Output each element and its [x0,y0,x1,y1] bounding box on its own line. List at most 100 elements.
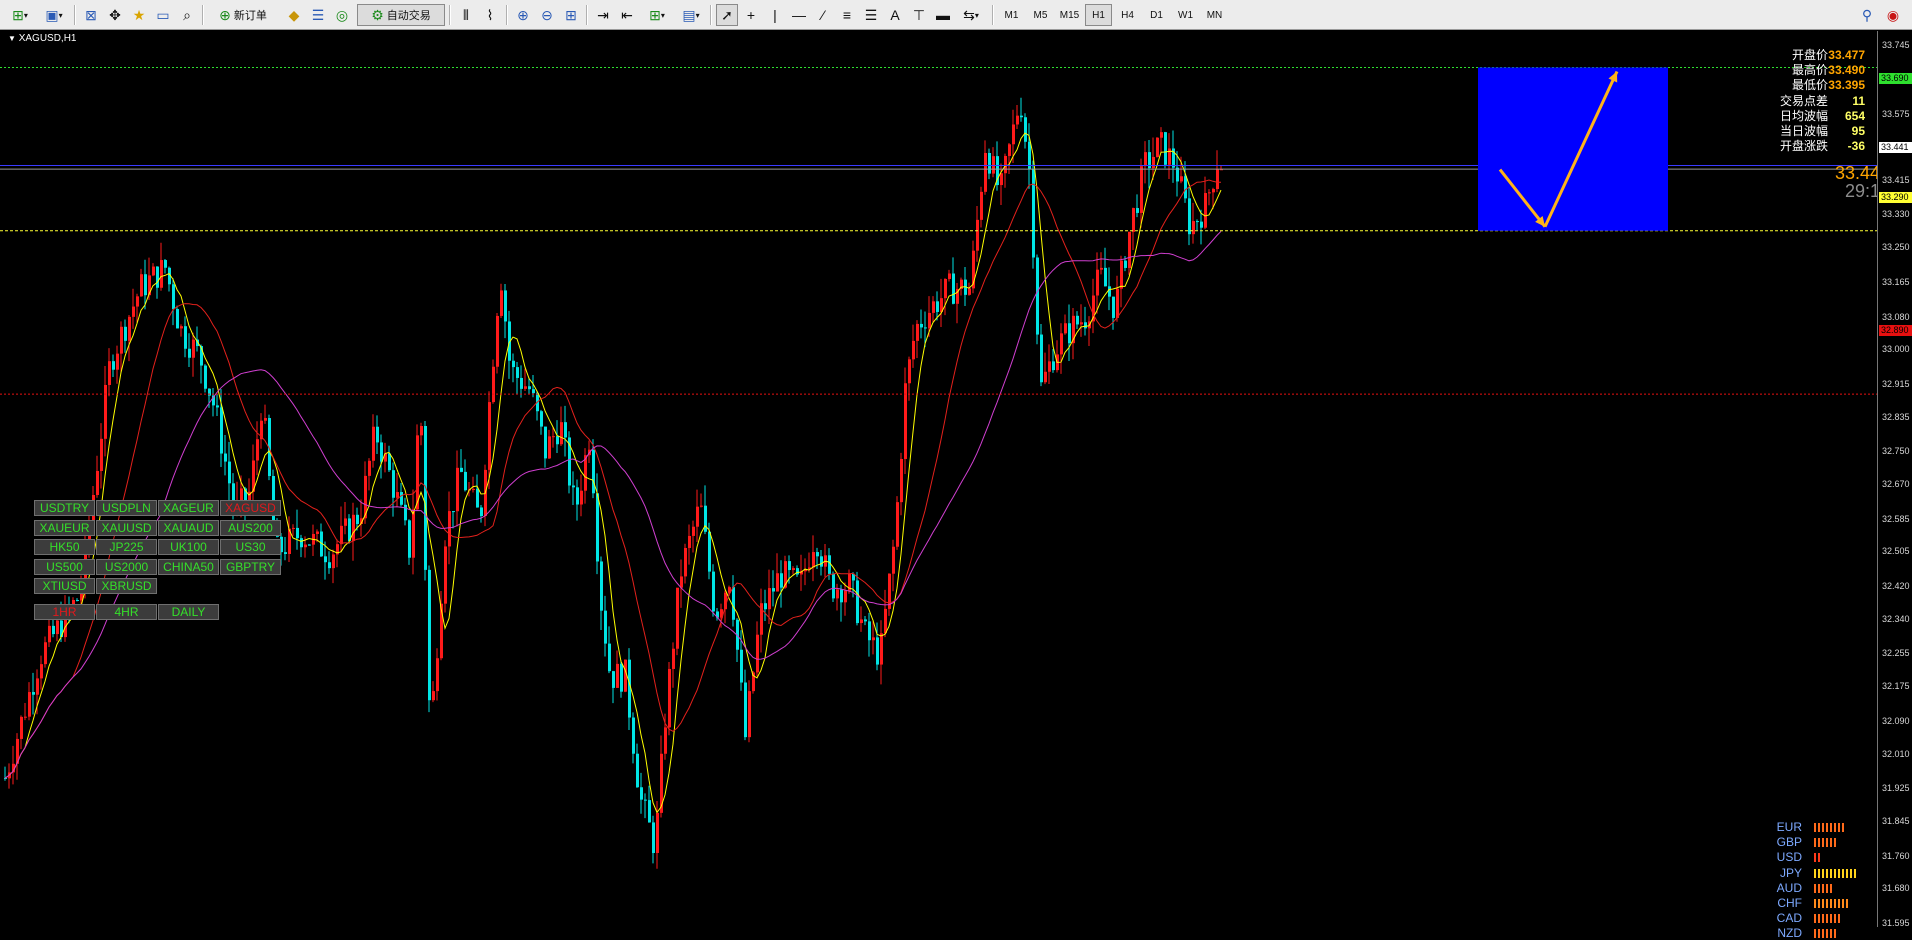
line-chart-button[interactable]: ⌇ [479,4,501,26]
symbol-button-usdtry[interactable]: USDTRY [34,500,95,516]
timeframe-w1-button[interactable]: W1 [1172,4,1199,26]
timeframe-panel-button-1hr[interactable]: 1HR [34,604,95,620]
tile-windows-button[interactable]: ⊞ [560,4,582,26]
candle-body [1004,155,1007,174]
gold-button[interactable]: ◆ [283,4,305,26]
autoscroll-button[interactable]: ⇥ [592,4,614,26]
currency-name: AUD [1776,880,1802,895]
cursor-button[interactable]: ➚ [716,4,738,26]
symbol-button-xageur[interactable]: XAGEUR [158,500,219,516]
data-window-button[interactable]: ✥ [104,4,126,26]
navigator-button[interactable]: ★ [128,4,150,26]
symbol-button-us30[interactable]: US30 [220,539,281,555]
symbol-button-xagusd[interactable]: XAGUSD [220,500,281,516]
zoom-in-button[interactable]: ⊕ [512,4,534,26]
market-button[interactable]: ◎ [331,4,353,26]
timeframe-m5-button[interactable]: M5 [1027,4,1054,26]
market-watch-button[interactable]: ⊠ [80,4,102,26]
candle-body [860,619,863,624]
symbol-button-xtiusd[interactable]: XTIUSD [34,578,95,594]
symbol-button-xaueur[interactable]: XAUEUR [34,519,95,536]
new-chart-button[interactable]: ⊞ ▾ [6,4,34,26]
price-axis-label: 33.000 [1882,344,1910,355]
timeframe-m1-button[interactable]: M1 [998,4,1025,26]
price-axis-label: 33.575 [1882,109,1910,120]
symbol-button-china50[interactable]: CHINA50 [158,558,219,575]
candle-body [548,436,551,459]
zoom-out-button[interactable]: ⊖ [536,4,558,26]
strength-bar [1830,914,1832,924]
auto-trading-button[interactable]: ⚙ 自动交易 [357,4,445,26]
price-axis-label: 32.835 [1882,411,1910,422]
bar-chart-button[interactable]: ⫴ [455,4,477,26]
crosshair-button[interactable]: + [740,4,762,26]
info-value: 11 [1852,93,1865,108]
symbol-button-xauaud[interactable]: XAUAUD [158,519,219,536]
search-button[interactable]: ⚲ [1856,4,1878,26]
candle-body [984,153,987,192]
strength-bar [1818,899,1820,908]
notifications-button[interactable]: ◉ [1880,4,1906,26]
timeframe-h1-button[interactable]: H1 [1085,4,1112,26]
vertical-line-button[interactable]: | [764,4,786,26]
symbol-button-xauusd[interactable]: XAUUSD [96,519,157,536]
tester-button[interactable]: ⌕ [176,4,198,26]
text-button[interactable]: A [884,4,906,26]
timeframe-h4-button[interactable]: H4 [1114,4,1141,26]
fibonacci-button[interactable]: ☰ [860,4,882,26]
timeframe-d1-button[interactable]: D1 [1143,4,1170,26]
symbol-button-aus200[interactable]: AUS200 [220,519,281,536]
candle-body [676,587,679,649]
zoom-out-icon: ⊖ [541,7,553,23]
symbol-button-usdpln[interactable]: USDPLN [96,500,157,516]
symbol-button-uk100[interactable]: UK100 [158,539,219,555]
profiles-button[interactable]: ▣ ▾ [40,4,68,26]
currency-strength-row: NZD [1770,926,1870,940]
trendline-icon: ⁄ [821,7,825,23]
chart-window[interactable]: ▼ XAGUSD,H1 USDTRY USDPLN XAGEUR XAGUSD XAUE… [0,31,1912,940]
candle-body [632,717,635,754]
new-order-button[interactable]: ⊕ 新订单 [207,4,279,26]
strength-bar [1818,914,1820,924]
terminal-button[interactable]: ▭ [152,4,174,26]
currency-name: CAD [1776,911,1802,926]
channel-button[interactable]: ≡ [836,4,858,26]
symbol-button-jp225[interactable]: JP225 [96,539,157,555]
symbol-button-xbrusd[interactable]: XBRUSD [96,578,157,594]
rectangle-button[interactable]: ▬ [932,4,954,26]
rectangle-icon: ▬ [936,7,950,23]
price-axis[interactable]: 33.74533.66033.57533.49533.41533.33033.2… [1877,31,1912,928]
price-chart[interactable] [0,31,1877,927]
timeframe-panel-button-daily[interactable]: DAILY [158,604,219,620]
timeframe-m15-button[interactable]: M15 [1056,4,1083,26]
horizontal-line-button[interactable]: — [788,4,810,26]
symbol-button-hk50[interactable]: HK50 [34,539,95,555]
target-zone-box[interactable] [1478,67,1668,231]
periods-button[interactable]: ▤ ▾ [676,4,706,26]
symbol-button-gbptry[interactable]: GBPTRY [220,558,281,575]
candle-body [32,692,35,695]
candle-body [1008,144,1011,156]
candle-body [476,488,479,508]
chart-title-label: XAGUSD,H1 [18,33,77,44]
strength-bar [1838,914,1840,924]
indicators-button[interactable]: ⊞ ▾ [642,4,672,26]
chart-shift-button[interactable]: ⇤ [616,4,638,26]
strength-bar [1838,899,1840,908]
auto-trading-icon: ⚙ [371,7,384,23]
text-label-button[interactable]: ⊤ [908,4,930,26]
info-row: 最低价 33.395 [1730,78,1885,93]
candle-body [44,642,47,665]
timeframe-panel-button-4hr[interactable]: 4HR [96,604,157,620]
strength-bar [1826,823,1828,832]
arrows-button[interactable]: ⇆ ▾ [956,4,986,26]
symbol-button-us2000[interactable]: US2000 [96,558,157,575]
currency-name: EUR [1776,820,1802,834]
signals-button[interactable]: ☰ [307,4,329,26]
symbol-button-us500[interactable]: US500 [34,558,95,575]
candle-body [744,682,747,738]
candle-body [20,716,23,739]
timeframe-mn-button[interactable]: MN [1201,4,1228,26]
trendline-button[interactable]: ⁄ [812,4,834,26]
periods-icon: ▤ [682,7,696,23]
